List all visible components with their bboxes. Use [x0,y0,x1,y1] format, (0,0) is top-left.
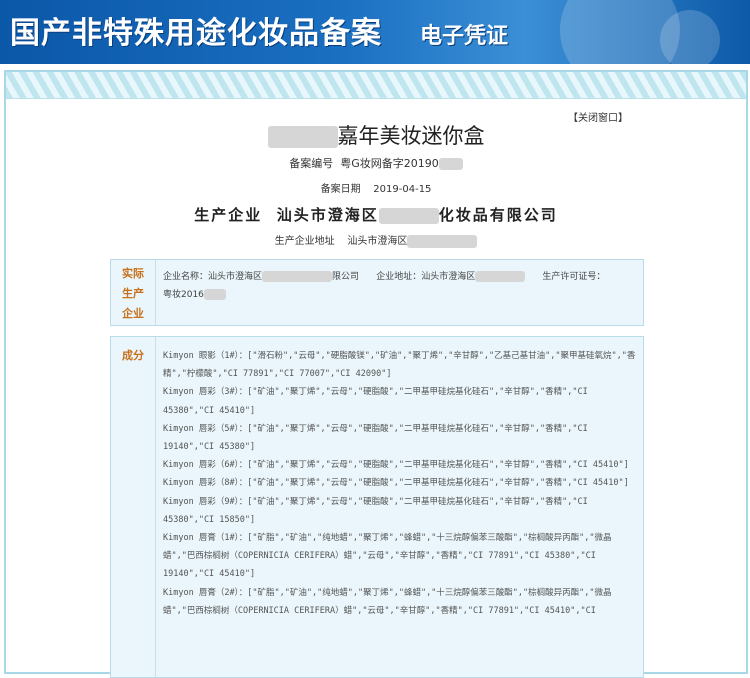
header-banner: 国产非特殊用途化妆品备案 电子凭证 [0,0,750,64]
producer: 生产企业 汕头市澄海区 化妆品有限公司 [6,204,746,225]
record-date-label: 备案日期 [320,184,361,195]
label-line: 企业 [122,307,144,320]
producer-address: 生产企业地址 汕头市澄海区 [6,232,746,248]
company-name-suffix: 限公司 [332,272,360,282]
ingredients-label-text: 成分 [122,349,144,362]
product-name-text: 嘉年美妆迷你盒 [337,124,485,148]
license-label: 生产许可证号： [542,272,606,282]
company-address-label: 企业地址： [376,272,422,282]
label-line: 实际 [122,267,144,280]
record-date: 备案日期 2019-04-15 [6,180,746,195]
banner-subtitle: 电子凭证 [420,23,509,49]
list-item: Kimyon 唇彩（8#）：["矿油","聚丁烯","云母","硬脂酸","二甲… [163,478,629,489]
ingredients-list: Kimyon 眼影（1#）：["滑石粉","云母","硬脂酸镁","矿油","聚… [163,347,637,620]
license-value: 粤妆2016 [163,290,204,300]
list-item: Kimyon 眼影（1#）：["滑石粉","云母","硬脂酸镁","矿油","聚… [163,351,636,380]
list-item: Kimyon 唇彩（9#）：["矿油","聚丁烯","云母","硬脂酸","二甲… [163,496,588,525]
producer-address-label: 生产企业地址 [274,236,335,247]
actual-producer-label: 实际 生产 企业 [111,260,156,325]
wave-border [6,72,746,99]
banner-decoration [660,10,720,64]
company-address-prefix: 汕头市澄海区 [421,272,476,282]
producer-name-prefix: 汕头市澄海区 [276,206,379,224]
ingredients-label: 成分 [111,337,156,677]
producer-name-suffix: 化妆品有限公司 [438,206,558,224]
record-number-value: 粤G妆网备字20190 [340,157,439,170]
redacted-block [262,271,333,282]
redacted-block [475,271,526,282]
list-item: Kimyon 唇膏（2#）：["矿脂","矿油","纯地蜡","聚丁烯","蜂蜡… [163,587,612,616]
record-date-value: 2019-04-15 [373,184,432,195]
actual-producer-section: 实际 生产 企业 企业名称：汕头市澄海区 限公司 企业地址：汕头市澄海区 生产许可… [110,259,644,326]
product-name: 嘉年美妆迷你盒 [6,120,746,150]
record-number: 备案编号 粤G妆网备字20190 [6,155,746,171]
redacted-block [378,208,439,224]
company-name-prefix: 汕头市澄海区 [208,272,263,282]
record-number-label: 备案编号 [289,157,334,170]
company-label: 企业名称： [163,272,209,282]
banner-title: 国产非特殊用途化妆品备案 [10,16,382,51]
list-item: Kimyon 唇膏（1#）：["矿脂","矿油","纯地蜡","聚丁烯","蜂蜡… [163,533,612,580]
ingredients-section: 成分 Kimyon 眼影（1#）：["滑石粉","云母","硬脂酸镁","矿油"… [110,336,644,678]
redacted-block [407,234,478,248]
producer-label: 生产企业 [194,206,263,224]
list-item: Kimyon 唇彩（5#）：["矿油","聚丁烯","云母","硬脂酸","二甲… [163,423,588,453]
redacted-block [203,289,226,300]
label-line: 生产 [122,287,144,300]
certificate-frame: 【关闭窗口】 嘉年美妆迷你盒 备案编号 粤G妆网备字20190 备案日期 201… [4,70,748,678]
list-item: Kimyon 唇彩（3#）：["矿油","聚丁烯","云母","硬脂酸","二甲… [163,387,588,416]
redacted-block [267,126,338,148]
actual-producer-info: 企业名称：汕头市澄海区 限公司 企业地址：汕头市澄海区 生产许可证号： 粤妆201… [163,268,635,304]
producer-address-value: 汕头市澄海区 [347,236,408,247]
redacted-block [438,158,463,170]
list-item: Kimyon 唇彩（6#）：["矿油","聚丁烯","云母","硬脂酸","二甲… [163,460,629,471]
